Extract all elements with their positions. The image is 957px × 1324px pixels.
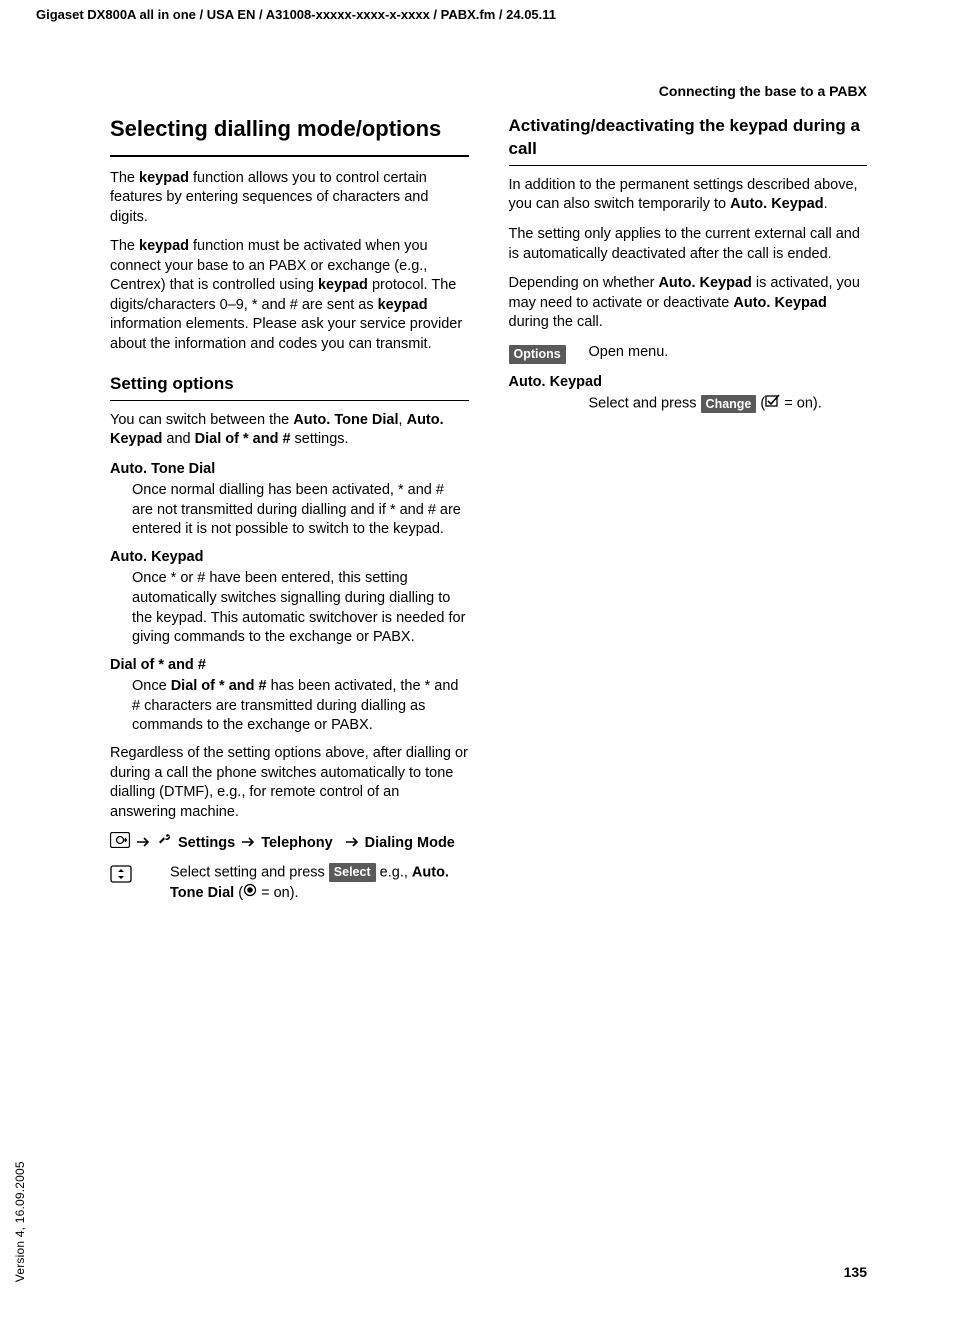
term: Auto. Keypad [509, 373, 868, 393]
wrench-icon [156, 832, 172, 855]
paragraph: Depending on whether Auto. Keypad is act… [509, 274, 868, 333]
definition: Select and press Change ( = on). [589, 394, 868, 414]
heading-main: Selecting dialling mode/options [110, 115, 469, 143]
term: Auto. Keypad [110, 548, 469, 568]
checkbox-checked-icon [765, 394, 780, 414]
softkey-options: Options [509, 345, 566, 364]
text-bold: Dial of * and # [171, 678, 267, 694]
rule [110, 400, 469, 401]
updown-key-icon [110, 863, 150, 890]
section-title: Connecting the base to a PABX [659, 82, 867, 101]
instruction-text: Select setting and press Select e.g., Au… [170, 863, 469, 904]
instruction-row: Select setting and press Select e.g., Au… [110, 863, 469, 904]
paragraph: In addition to the permanent settings de… [509, 176, 868, 215]
text-bold: Auto. Keypad [658, 275, 751, 291]
text: , [399, 412, 407, 428]
instruction-text: Open menu. [589, 343, 868, 363]
paragraph: The keypad function must be activated wh… [110, 237, 469, 354]
rule [110, 155, 469, 157]
nav-label: Telephony [261, 834, 332, 854]
text: You can switch between the [110, 412, 293, 428]
version-label: Version 4, 16.09.2005 [12, 1161, 28, 1282]
page-content: Selecting dialling mode/options The keyp… [110, 115, 867, 911]
text: = on). [780, 396, 822, 412]
text: ( [234, 885, 243, 901]
page-header-path: Gigaset DX800A all in one / USA EN / A31… [36, 6, 556, 24]
text-bold: keypad [378, 297, 428, 313]
text: Select setting and press [170, 864, 329, 880]
text-bold: keypad [139, 170, 189, 186]
term: Dial of * and # [110, 656, 469, 676]
text: settings. [291, 431, 349, 447]
text: and [162, 431, 194, 447]
text-bold: Auto. Tone Dial [293, 412, 398, 428]
page-number: 135 [844, 1263, 867, 1282]
paragraph: You can switch between the Auto. Tone Di… [110, 411, 469, 450]
softkey-change: Change [701, 395, 757, 414]
arrow-right-icon [241, 834, 255, 854]
instruction-row: Options Open menu. [509, 343, 868, 365]
nav-label: Dialing Mode [365, 834, 455, 854]
right-column: Activating/deactivating the keypad durin… [509, 115, 868, 911]
definition: Once normal dialling has been activated,… [132, 481, 469, 540]
arrow-right-icon [136, 834, 150, 854]
text: during the call. [509, 314, 603, 330]
text-bold: Auto. Keypad [730, 196, 823, 212]
text-bold: Dial of * and # [195, 431, 291, 447]
text: Once [132, 678, 171, 694]
softkey-container: Options [509, 343, 569, 365]
text-bold: Auto. Keypad [733, 295, 826, 311]
heading-sub: Activating/deactivating the keypad durin… [509, 115, 868, 161]
text: e.g., [376, 864, 412, 880]
arrow-right-icon [345, 834, 359, 854]
paragraph: The setting only applies to the current … [509, 225, 868, 264]
left-column: Selecting dialling mode/options The keyp… [110, 115, 469, 911]
heading-sub: Setting options [110, 373, 469, 396]
text: Depending on whether [509, 275, 659, 291]
text: = on). [257, 885, 299, 901]
softkey-select: Select [329, 863, 376, 882]
definition: Once Dial of * and # has been activated,… [132, 677, 469, 736]
paragraph: The keypad function allows you to contro… [110, 169, 469, 228]
text: . [824, 196, 828, 212]
text: ( [756, 396, 765, 412]
paragraph: Regardless of the setting options above,… [110, 744, 469, 822]
text-bold: keypad [318, 277, 368, 293]
nav-label: Settings [178, 834, 235, 854]
menu-key-icon [110, 832, 130, 855]
definition: Once * or # have been entered, this sett… [132, 569, 469, 647]
rule [509, 165, 868, 166]
radio-on-icon [243, 883, 257, 904]
text: information elements. Please ask your se… [110, 316, 462, 352]
term: Auto. Tone Dial [110, 460, 469, 480]
text: The [110, 170, 139, 186]
text-bold: keypad [139, 238, 189, 254]
text: Select and press [589, 396, 701, 412]
menu-path: Settings Telephony Dialing Mode [110, 832, 469, 855]
text: The [110, 238, 139, 254]
